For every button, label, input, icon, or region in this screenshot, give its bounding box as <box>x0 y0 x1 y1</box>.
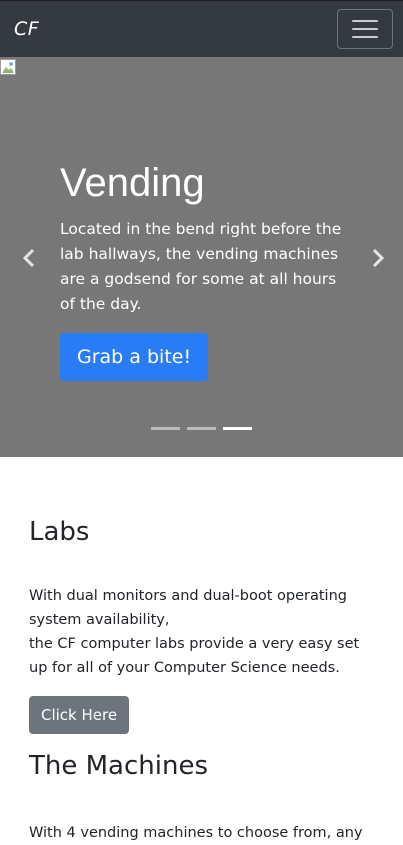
carousel-indicator-3[interactable] <box>223 427 252 430</box>
labs-description: With dual monitors and dual-boot operati… <box>29 584 379 680</box>
broken-image-icon <box>0 59 16 75</box>
brand-link[interactable]: CF <box>14 18 39 40</box>
carousel-prev-button[interactable] <box>18 247 40 269</box>
labs-description-line1: With dual monitors and dual-boot operati… <box>29 588 347 628</box>
labs-description-line2: the CF computer labs provide a very easy… <box>29 636 360 676</box>
carousel: Vending Located in the bend right before… <box>0 57 403 457</box>
carousel-indicator-2[interactable] <box>187 427 216 430</box>
machines-heading: The Machines <box>29 751 209 781</box>
navbar-toggler-button[interactable] <box>337 9 393 49</box>
carousel-next-button[interactable] <box>367 247 389 269</box>
slide-title: Vending <box>60 161 205 205</box>
slide-text: Located in the bend right before the lab… <box>60 220 342 313</box>
chevron-left-icon <box>22 248 35 268</box>
chevron-right-icon <box>372 248 385 268</box>
carousel-indicators <box>0 427 403 430</box>
click-here-button[interactable]: Click Here <box>29 696 130 734</box>
labs-heading: Labs <box>29 517 90 547</box>
grab-a-bite-button[interactable]: Grab a bite! <box>60 333 209 381</box>
carousel-caption: Vending Located in the bend right before… <box>60 157 350 381</box>
navbar: CF <box>0 0 403 57</box>
hamburger-icon <box>352 20 378 38</box>
carousel-indicator-1[interactable] <box>151 427 180 430</box>
main-content: Labs With dual monitors and dual-boot op… <box>29 457 379 845</box>
machines-description: With 4 vending machines to choose from, … <box>29 825 363 841</box>
